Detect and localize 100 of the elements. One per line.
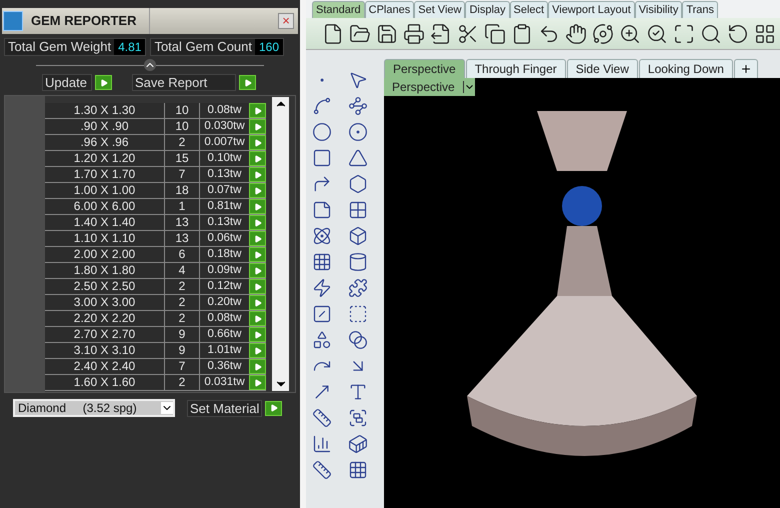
gem-row[interactable]: 1.40 X 1.40 13 0.13tw [45, 215, 266, 231]
row-button[interactable] [249, 151, 266, 166]
clipboard-icon[interactable] [511, 22, 533, 44]
toolbar-tab[interactable]: Trans [682, 1, 718, 18]
toolbar-tab[interactable]: Visibility [634, 1, 682, 18]
gem-row[interactable]: 2.20 X 2.20 2 0.08tw [45, 311, 266, 327]
cube-icon[interactable] [348, 226, 368, 246]
cylinder-icon[interactable] [348, 252, 368, 272]
hexagon-icon[interactable] [348, 174, 368, 194]
gem-row[interactable]: .90 X .90 10 0.030tw [45, 119, 266, 135]
size-cell: .96 X .96 [45, 135, 165, 150]
viewport-grid-icon[interactable] [754, 22, 776, 44]
row-button[interactable] [249, 359, 266, 374]
orbit-icon[interactable] [592, 22, 614, 44]
row-button[interactable] [249, 375, 266, 390]
blend-icon[interactable] [348, 330, 368, 350]
blocks-icon[interactable] [348, 408, 368, 428]
toolbar-tab[interactable]: Select [510, 1, 548, 18]
new-file-icon[interactable] [322, 22, 344, 44]
ellipse-icon[interactable] [312, 122, 332, 142]
rectangle-icon[interactable] [312, 148, 332, 168]
gem-row[interactable]: 2.40 X 2.40 7 0.36tw [45, 359, 266, 375]
size-cell: 1.00 X 1.00 [45, 183, 165, 198]
gem-row[interactable]: 1.20 X 1.20 15 0.10tw [45, 151, 266, 167]
gem-row[interactable]: 1.00 X 1.00 18 0.07tw [45, 183, 266, 199]
gem-row[interactable]: 1.30 X 1.30 10 0.08tw [45, 103, 266, 119]
gem-row[interactable]: 2.50 X 2.50 2 0.12tw [45, 279, 266, 295]
zoom-selected-icon[interactable] [700, 22, 722, 44]
row-button[interactable] [249, 199, 266, 214]
gem-row[interactable]: .96 X .96 2 0.007tw [45, 135, 266, 151]
scrollbar[interactable] [272, 97, 289, 391]
row-button[interactable] [249, 231, 266, 246]
mesh-icon[interactable] [312, 252, 332, 272]
triangle-icon[interactable] [348, 148, 368, 168]
row-button[interactable] [249, 119, 266, 134]
gem-row[interactable]: 1.10 X 1.10 13 0.06tw [45, 231, 266, 247]
viewport-menu[interactable]: Perspective [384, 78, 475, 96]
viewport-tab[interactable]: Perspective [384, 59, 465, 78]
hand-icon[interactable] [565, 22, 587, 44]
gem-row[interactable]: 1.60 X 1.60 2 0.031tw [45, 375, 266, 391]
dropdown-caret-icon [161, 402, 173, 414]
row-button[interactable] [249, 311, 266, 326]
row-button[interactable] [249, 343, 266, 358]
row-button[interactable] [249, 167, 266, 182]
grid-surface-icon[interactable] [348, 200, 368, 220]
collapse-icon[interactable] [144, 59, 156, 71]
material-dropdown[interactable]: Diamond (3.52 spg) [13, 399, 175, 417]
add-viewport-button[interactable] [734, 59, 758, 78]
copy-icon[interactable] [484, 22, 506, 44]
gem-row[interactable]: 3.00 X 3.00 2 0.20tw [45, 295, 266, 311]
printer-icon[interactable] [403, 22, 425, 44]
gem-row[interactable]: 1.70 X 1.70 7 0.13tw [45, 167, 266, 183]
scissors-icon[interactable] [457, 22, 479, 44]
run-button[interactable] [239, 75, 256, 90]
run-button[interactable] [95, 75, 112, 90]
toolbar-tab[interactable]: CPlanes [364, 1, 414, 18]
toolbar-tab[interactable]: Set View [414, 1, 466, 18]
row-button[interactable] [249, 279, 266, 294]
weight-cell-text: 0.07tw [206, 183, 242, 198]
circle-icon[interactable] [348, 122, 368, 142]
rotate-view-icon[interactable] [727, 22, 749, 44]
curve-icon[interactable] [312, 96, 332, 116]
row-button[interactable] [249, 247, 266, 262]
gem-row[interactable]: 2.00 X 2.00 6 0.18tw [45, 247, 266, 263]
toolbar-tab[interactable]: Standard [312, 1, 365, 18]
puzzle-icon[interactable] [348, 278, 368, 298]
total-label: Total Gem Count [153, 38, 253, 56]
polyline-icon[interactable] [348, 96, 368, 116]
dimension-icon[interactable] [312, 460, 332, 480]
gem-row[interactable]: 6.00 X 6.00 1 0.81tw [45, 199, 266, 215]
array-icon[interactable] [348, 460, 368, 480]
set-material-button[interactable] [265, 400, 282, 416]
row-button[interactable] [249, 183, 266, 198]
text-icon[interactable] [348, 382, 368, 402]
gem-row[interactable]: 3.10 X 3.10 9 1.01tw [45, 343, 266, 359]
row-button[interactable] [249, 327, 266, 342]
open-folder-icon[interactable] [349, 22, 371, 44]
gem-row[interactable]: 1.80 X 1.80 4 0.09tw [45, 263, 266, 279]
row-button[interactable] [249, 103, 266, 118]
row-button[interactable] [249, 215, 266, 230]
zoom-in-icon[interactable] [619, 22, 641, 44]
count-cell: 2 [165, 311, 200, 326]
toolbar-tab[interactable]: Display [465, 1, 510, 18]
close-button[interactable]: × [278, 13, 294, 29]
viewport-tab[interactable]: Looking Down [638, 59, 733, 78]
count-cell: 2 [165, 135, 200, 150]
gem-row[interactable]: 2.70 X 2.70 9 0.66tw [45, 327, 266, 343]
save-icon[interactable] [376, 22, 398, 44]
row-button[interactable] [249, 295, 266, 310]
toolbar-tab[interactable]: Viewport Layout [548, 1, 635, 18]
pointer-icon[interactable] [348, 70, 368, 90]
weight-cell-text: 0.007tw [203, 135, 246, 150]
row-button[interactable] [249, 263, 266, 278]
count-cell: 1 [165, 199, 200, 214]
row-button[interactable] [249, 135, 266, 150]
export-icon[interactable] [430, 22, 452, 44]
zoom-extents-icon[interactable] [673, 22, 695, 44]
solid-icon[interactable] [348, 434, 368, 454]
viewport-tab[interactable]: Through Finger [466, 59, 566, 78]
viewport-tab[interactable]: Side View [566, 59, 638, 78]
